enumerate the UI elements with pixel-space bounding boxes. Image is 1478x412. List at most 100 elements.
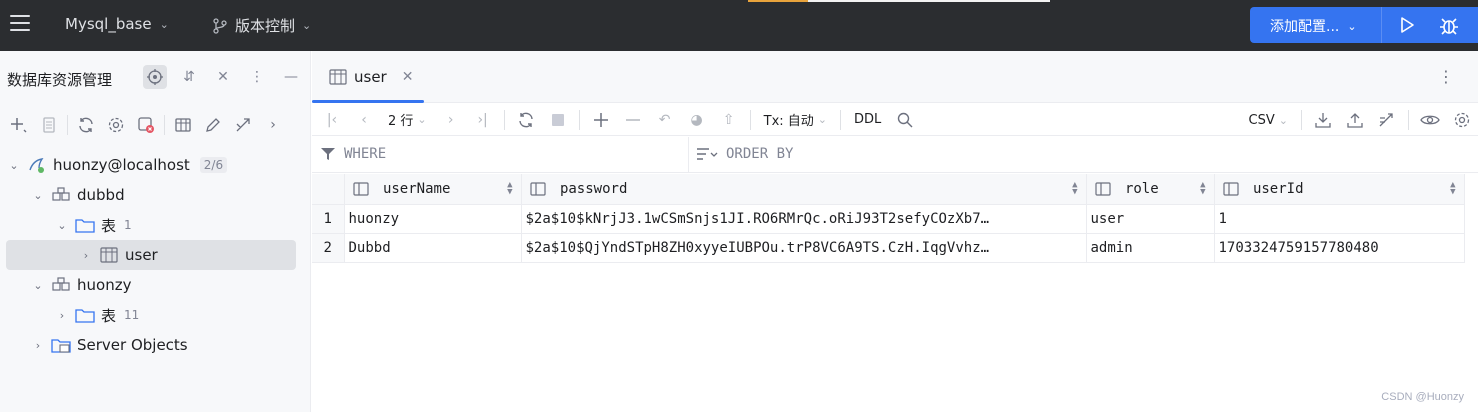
where-filter-input[interactable]: WHERE xyxy=(320,146,386,162)
toolbar-separator xyxy=(503,109,505,130)
title-bar: Mysql_base ⌄ 版本控制 ⌄ 添加配置... ⌄ xyxy=(0,0,1478,51)
column-name: password xyxy=(559,180,628,197)
edit-icon[interactable] xyxy=(198,111,228,139)
revert-icon[interactable]: ↶ xyxy=(649,106,681,134)
tree-table-user[interactable]: › user xyxy=(6,240,296,270)
progress-track xyxy=(808,0,1050,2)
add-row-icon[interactable] xyxy=(585,106,617,134)
tab-user[interactable]: user ✕ xyxy=(312,51,424,103)
delete-row-icon[interactable] xyxy=(617,106,649,134)
toolbar-separator xyxy=(1301,110,1302,130)
tree-tables-folder[interactable]: › 表 11 xyxy=(6,300,296,330)
where-placeholder: WHERE xyxy=(344,146,387,162)
submit-icon[interactable]: ⇧ xyxy=(713,106,745,134)
cell-password[interactable]: $2a$10$QjYndSTpH8ZH0xyyeIUBPOu.trP8VC6A9… xyxy=(521,233,1087,263)
chevron-down-icon[interactable]: ⌄ xyxy=(30,189,46,202)
more-options-icon[interactable]: ⋮ xyxy=(1438,67,1454,86)
table-row[interactable]: 2 Dubbd $2a$10$QjYndSTpH8ZH0xyyeIUBPOu.t… xyxy=(312,233,1465,263)
chevron-down-icon[interactable]: ⌄ xyxy=(6,159,22,172)
ddl-button[interactable]: DDL xyxy=(846,112,889,127)
tree-connection[interactable]: ⌄ huonzy@localhost 2/6 xyxy=(6,150,296,180)
editor-area: user ✕ ⋮ |‹ ‹ 2 行 ⌄ › ›| ↶ ◕ ⇧ Tx: 自动 ⌄ … xyxy=(312,51,1478,412)
hamburger-icon[interactable] xyxy=(10,15,30,33)
tree-schema-dubbd[interactable]: ⌄ dubbd xyxy=(6,180,296,210)
column-icon xyxy=(352,182,369,196)
chevron-right-icon[interactable]: › xyxy=(30,339,46,352)
row-count-selector[interactable]: 2 行 ⌄ xyxy=(380,110,435,129)
last-page-icon[interactable]: ›| xyxy=(467,106,499,134)
chevron-right-icon[interactable]: › xyxy=(258,111,288,139)
cell-password[interactable]: $2a$10$kNrjJ3.1wCSmSnjs1JI.RO6RMrQc.oRiJ… xyxy=(521,204,1087,234)
row-count-label: 2 行 xyxy=(388,114,414,129)
cell-role[interactable]: user xyxy=(1086,204,1215,234)
editor-tab-bar: user ✕ ⋮ xyxy=(312,51,1478,103)
transaction-mode-selector[interactable]: Tx: 自动 ⌄ xyxy=(756,110,835,129)
vcs-widget[interactable]: 版本控制 ⌄ xyxy=(212,15,311,36)
export-format-selector[interactable]: CSV ⌄ xyxy=(1241,113,1296,128)
chevron-down-icon[interactable]: ⌄ xyxy=(30,279,46,292)
tree-tables-folder[interactable]: ⌄ 表 1 xyxy=(6,210,296,240)
close-icon[interactable]: ✕ xyxy=(402,69,414,85)
chevron-right-icon[interactable]: › xyxy=(78,249,94,262)
column-header-userid[interactable]: userId ▲ ▼ xyxy=(1214,174,1465,205)
column-header-username[interactable]: userName ▲ ▼ xyxy=(344,174,522,205)
download-icon[interactable] xyxy=(1307,106,1339,134)
hide-panel-icon[interactable]: — xyxy=(279,65,303,89)
next-page-icon[interactable]: › xyxy=(435,106,467,134)
column-name: userId xyxy=(1252,180,1304,197)
more-options-icon[interactable]: ⋮ xyxy=(245,65,269,89)
sort-icon[interactable]: ▲ ▼ xyxy=(1450,181,1455,197)
run-icon[interactable] xyxy=(1397,15,1417,35)
grid-toolbar-right: CSV ⌄ xyxy=(1241,104,1478,136)
settings-icon[interactable] xyxy=(101,111,131,139)
cell-username[interactable]: huonzy xyxy=(344,204,522,234)
previous-page-icon[interactable]: ‹ xyxy=(348,106,380,134)
preview-changes-icon[interactable]: ◕ xyxy=(681,106,713,134)
mysql-connection-icon xyxy=(26,156,48,174)
order-by-input[interactable]: ORDER BY xyxy=(696,146,793,162)
schema-count-badge: 2/6 xyxy=(199,157,228,173)
copy-icon[interactable] xyxy=(34,111,64,139)
sort-icon[interactable]: ▲ ▼ xyxy=(1200,181,1205,197)
export-format-label: CSV xyxy=(1248,112,1275,128)
run-separator xyxy=(1381,7,1382,43)
tree-server-objects[interactable]: › Server Objects xyxy=(6,330,296,360)
add-icon[interactable] xyxy=(4,111,34,139)
refresh-icon[interactable] xyxy=(71,111,101,139)
chevron-down-icon[interactable]: ⌄ xyxy=(54,219,70,232)
upload-icon[interactable] xyxy=(1339,106,1371,134)
debug-icon[interactable] xyxy=(1438,15,1460,37)
column-header-password[interactable]: password ▲ ▼ xyxy=(521,174,1087,205)
sort-icon[interactable]: ▲ ▼ xyxy=(1072,181,1077,197)
expand-all-icon[interactable]: ⇵ xyxy=(177,65,201,89)
settings-icon[interactable] xyxy=(1446,106,1478,134)
toolbar-separator xyxy=(749,109,751,130)
column-header-role[interactable]: role ▲ ▼ xyxy=(1086,174,1215,205)
collapse-all-icon[interactable]: ✕ xyxy=(211,65,235,89)
table-row[interactable]: 1 huonzy $2a$10$kNrjJ3.1wCSmSnjs1JI.RO6R… xyxy=(312,204,1465,234)
filter-bar: WHERE ORDER BY xyxy=(312,137,1478,173)
run-config-selector[interactable]: 添加配置... ⌄ xyxy=(1270,16,1357,36)
first-page-icon[interactable]: |‹ xyxy=(316,106,348,134)
cell-role[interactable]: admin xyxy=(1086,233,1215,263)
folder-icon xyxy=(74,216,96,234)
chevron-right-icon[interactable]: › xyxy=(54,309,70,322)
chevron-down-icon: ⌄ xyxy=(159,17,169,31)
view-icon[interactable] xyxy=(1414,106,1446,134)
jump-to-icon[interactable] xyxy=(228,111,258,139)
sort-icon[interactable]: ▲ ▼ xyxy=(507,181,512,197)
cell-userid[interactable]: 1703324759157780480 xyxy=(1214,233,1465,263)
tree-schema-huonzy[interactable]: ⌄ huonzy xyxy=(6,270,296,300)
search-icon[interactable] xyxy=(889,106,921,134)
table-editor-icon[interactable] xyxy=(168,111,198,139)
header-row: userName ▲ ▼ password ▲ ▼ role ▲ ▼ userId ▲… xyxy=(312,174,1465,205)
stop-session-icon[interactable] xyxy=(131,111,161,139)
explorer-toolbar: › xyxy=(4,111,288,139)
stop-icon[interactable] xyxy=(542,106,574,134)
reload-icon[interactable] xyxy=(510,106,542,134)
cell-username[interactable]: Dubbd xyxy=(344,233,522,263)
cell-userid[interactable]: 1 xyxy=(1214,204,1465,234)
locate-icon[interactable] xyxy=(143,65,167,89)
project-selector[interactable]: Mysql_base ⌄ xyxy=(65,15,169,33)
compare-icon[interactable] xyxy=(1371,106,1403,134)
